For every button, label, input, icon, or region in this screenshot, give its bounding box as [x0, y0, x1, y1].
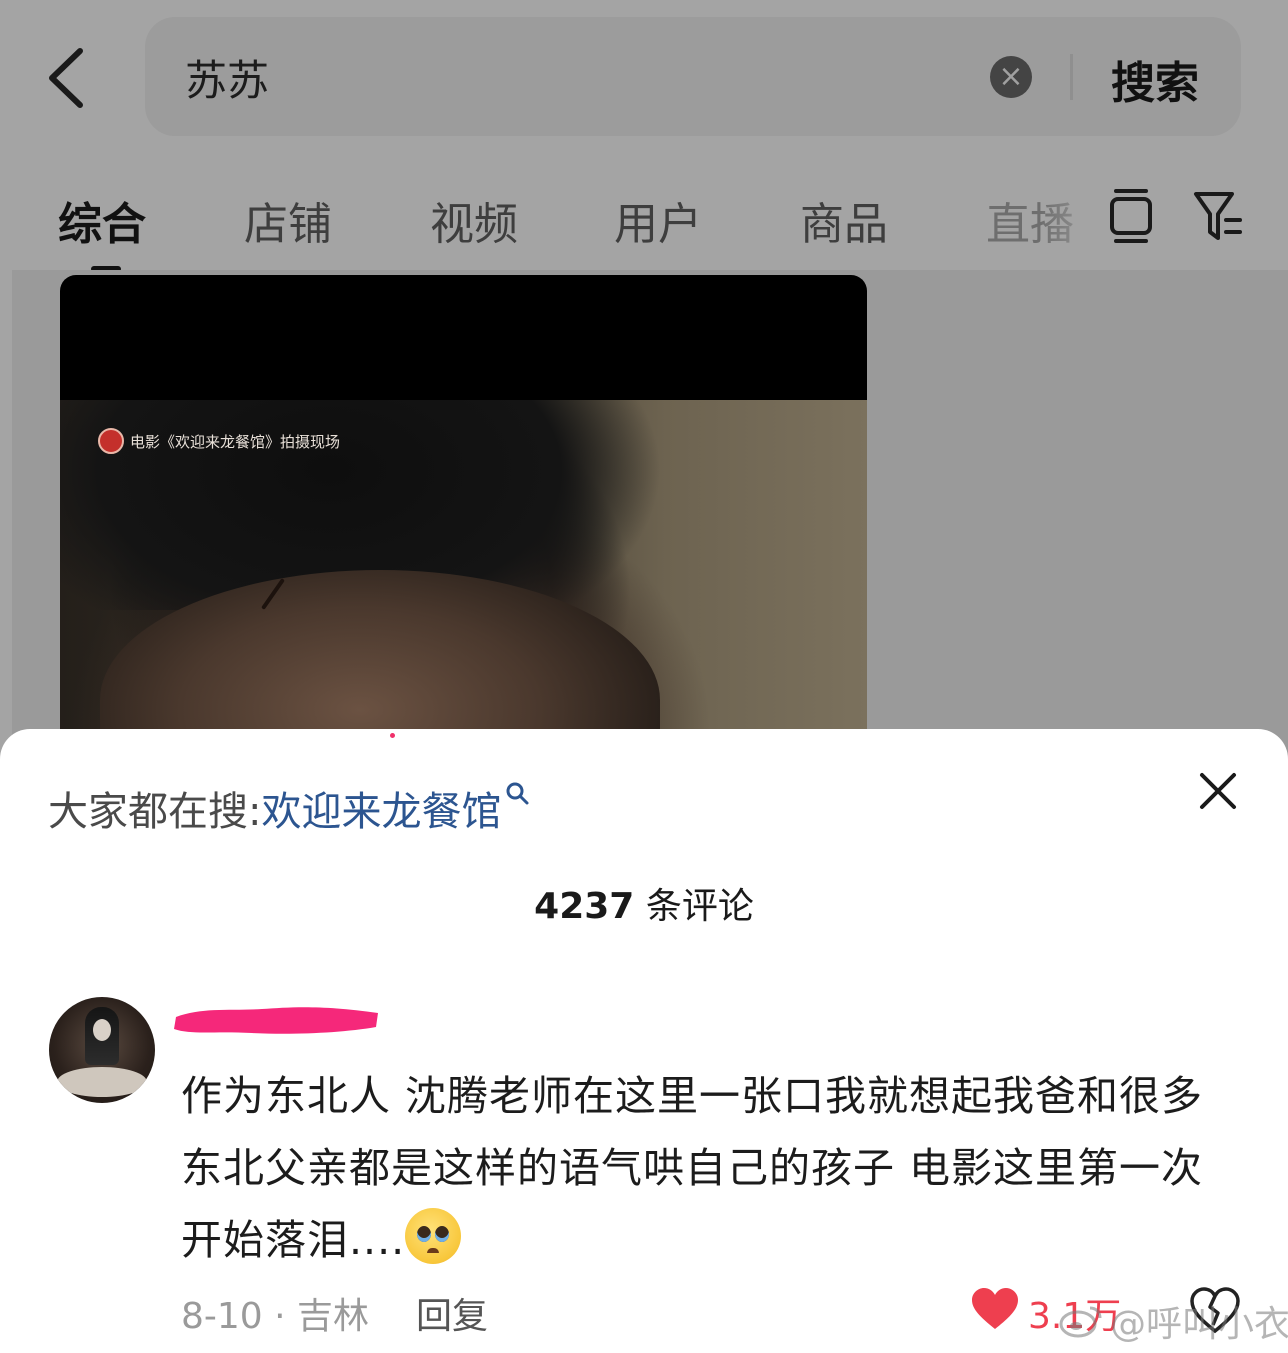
tab-fade-overlay [1040, 180, 1110, 260]
weibo-watermark-text: @呼叫小衣 [1110, 1304, 1288, 1345]
filter-icon[interactable] [1192, 188, 1244, 244]
clear-search-icon[interactable]: × [990, 56, 1032, 98]
result-tabs: 综合 店铺 视频 用户 商品 直播 [0, 180, 1288, 272]
reply-button[interactable]: 回复 [416, 1287, 488, 1339]
movie-seal-icon [98, 428, 124, 454]
tab-comprehensive[interactable]: 综合 [58, 188, 146, 252]
suggestion-label: 大家都在搜: [48, 789, 262, 835]
video-watermark: 电影《欢迎来龙餐馆》拍摄现场 [98, 428, 340, 454]
comment-text: 作为东北人 沈腾老师在这里一张口我就想起我爸和很多东北父亲都是这样的语气哄自己的… [181, 1072, 1204, 1264]
search-suggestion: 大家都在搜:欢迎来龙餐馆 [48, 779, 531, 837]
avatar-face [93, 1019, 111, 1041]
tab-products[interactable]: 商品 [800, 188, 888, 252]
avatar[interactable] [49, 997, 155, 1103]
heart-icon[interactable] [970, 1287, 1020, 1331]
tab-shops[interactable]: 店铺 [244, 188, 332, 252]
video-watermark-text: 电影《欢迎来龙餐馆》拍摄现场 [130, 432, 341, 451]
tab-videos[interactable]: 视频 [430, 188, 518, 252]
comment-date-location: 8-10 · 吉林 [181, 1296, 370, 1337]
suggestion-link[interactable]: 欢迎来龙餐馆 [261, 789, 501, 835]
progress-dot [390, 733, 395, 738]
search-bar[interactable]: 苏苏 × 搜索 [145, 17, 1241, 136]
weibo-logo-icon [1059, 1306, 1102, 1338]
comment-count: 4237 条评论 [0, 877, 1288, 929]
comment-count-number: 4237 [534, 886, 635, 927]
search-input[interactable]: 苏苏 [185, 47, 269, 108]
video-frame: 电影《欢迎来龙餐馆》拍摄现场 [60, 400, 867, 745]
layout-toggle-icon[interactable] [1108, 185, 1154, 247]
back-arrow-icon[interactable] [40, 45, 100, 110]
search-divider [1070, 54, 1073, 100]
pleading-face-emoji [405, 1208, 462, 1264]
avatar-table [57, 1067, 147, 1097]
search-icon[interactable] [505, 781, 531, 807]
weibo-watermark: @呼叫小衣 [1058, 1295, 1288, 1347]
search-button[interactable]: 搜索 [1111, 47, 1199, 111]
close-icon[interactable] [1196, 769, 1240, 813]
comment-count-suffix: 条评论 [645, 886, 754, 927]
search-results-page: 苏苏 × 搜索 综合 店铺 视频 用户 商品 直播 电影《欢迎来龙餐馆》拍摄现场 [0, 0, 1288, 760]
video-card[interactable]: 电影《欢迎来龙餐馆》拍摄现场 [60, 275, 867, 745]
username-redaction [174, 1007, 378, 1034]
comments-sheet: 大家都在搜:欢迎来龙餐馆 4237 条评论 作为东北人 沈腾老师在这里一张口我就… [0, 729, 1288, 1353]
comment-body: 作为东北人 沈腾老师在这里一张口我就想起我爸和很多东北父亲都是这样的语气哄自己的… [181, 1060, 1221, 1276]
tab-users[interactable]: 用户 [614, 188, 702, 252]
